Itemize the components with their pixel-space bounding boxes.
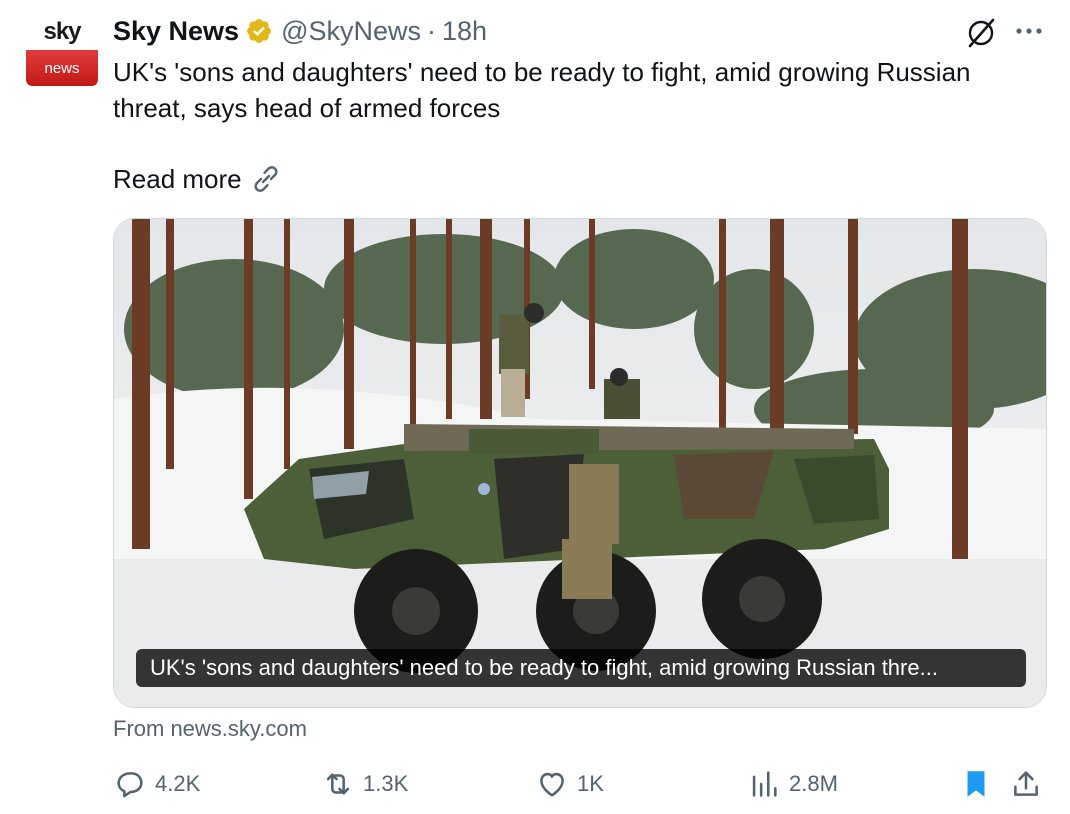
avatar[interactable]: sky news	[26, 14, 98, 86]
like-button[interactable]: 1K	[535, 762, 604, 806]
view-count: 2.8M	[789, 771, 838, 796]
timestamp[interactable]: 18h	[442, 16, 487, 47]
views-button[interactable]: 2.8M	[747, 762, 838, 806]
repost-count: 1.3K	[363, 771, 409, 796]
share-icon	[1014, 771, 1038, 796]
tweet-text: UK's 'sons and daughters' need to be rea…	[113, 57, 971, 123]
author-name[interactable]: Sky News	[113, 16, 239, 47]
read-more-link[interactable]: Read more	[113, 160, 284, 198]
verified-badge-icon	[247, 19, 272, 43]
read-more-label: Read more	[113, 163, 242, 194]
repost-icon	[326, 773, 350, 795]
avatar-news-text: news	[26, 50, 98, 86]
tweet-header: Sky News @SkyNews · 18h	[113, 14, 487, 48]
bookmark-button[interactable]	[959, 762, 1001, 806]
separator-dot: ·	[427, 15, 437, 46]
reply-icon	[117, 772, 143, 798]
like-count: 1K	[577, 771, 604, 796]
bookmark-icon	[967, 771, 985, 797]
card-caption: UK's 'sons and daughters' need to be rea…	[136, 649, 1026, 687]
views-icon	[752, 771, 777, 797]
reply-button[interactable]: 4.2K	[113, 762, 200, 806]
more-dots-icon[interactable]	[1012, 18, 1046, 44]
repost-button[interactable]: 1.3K	[321, 762, 408, 806]
link-icon	[254, 166, 278, 192]
grok-icon[interactable]	[964, 16, 998, 50]
heart-icon	[540, 772, 564, 797]
reply-count: 4.2K	[155, 771, 201, 796]
share-button[interactable]	[1009, 762, 1051, 806]
avatar-sky-text: sky	[43, 18, 81, 45]
article-photo	[114, 219, 1046, 707]
action-bar: 4.2K 1.3K 1K 2.8M	[113, 762, 1047, 806]
card-source[interactable]: From news.sky.com	[113, 712, 307, 746]
link-card[interactable]: UK's 'sons and daughters' need to be rea…	[113, 218, 1047, 708]
author-handle[interactable]: @SkyNews	[281, 16, 421, 47]
